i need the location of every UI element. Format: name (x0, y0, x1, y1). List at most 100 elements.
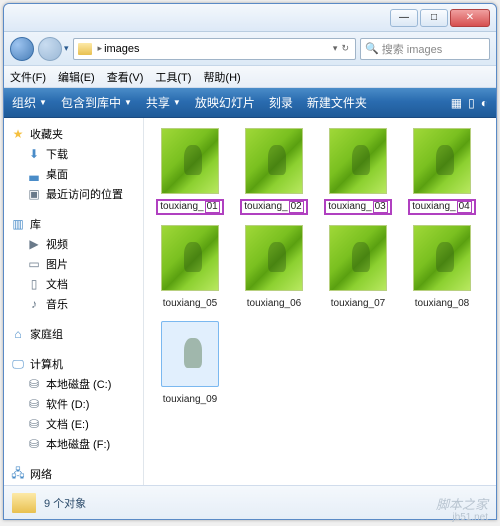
sidebar-pictures[interactable]: ▭图片 (4, 254, 143, 274)
thumbnail-image (161, 128, 219, 194)
sidebar-drive-f[interactable]: ⛁本地磁盘 (F:) (4, 434, 143, 454)
file-thumbnail[interactable]: touxiang_09 (150, 321, 230, 407)
library-icon: ▥ (10, 217, 26, 231)
maximize-button[interactable]: □ (420, 9, 448, 27)
search-icon: 🔍 (365, 42, 379, 55)
close-button[interactable]: ✕ (450, 9, 490, 27)
body: ★收藏夹 ⬇下载 ▃桌面 ▣最近访问的位置 ▥库 ▶视频 ▭图片 ▯文档 ♪音乐… (4, 118, 496, 485)
file-name-label: touxiang_02 (240, 199, 308, 215)
menu-view[interactable]: 查看(V) (107, 69, 144, 85)
file-thumbnail[interactable]: touxiang_01 (150, 128, 230, 215)
preview-pane-icon[interactable]: ▯ (468, 96, 475, 110)
file-thumbnail[interactable]: touxiang_03 (318, 128, 398, 215)
thumbnail-image (245, 128, 303, 194)
file-name-label: touxiang_07 (329, 297, 388, 310)
chevron-right-icon: ▸ (96, 43, 105, 54)
forward-button[interactable] (38, 37, 62, 61)
cmd-organize[interactable]: 组织▼ (12, 94, 47, 111)
file-name-label: touxiang_06 (245, 297, 304, 310)
file-name-label: touxiang_05 (161, 297, 220, 310)
menu-edit[interactable]: 编辑(E) (58, 69, 95, 85)
cmd-share[interactable]: 共享▼ (146, 94, 181, 111)
status-count: 9 个对象 (44, 495, 86, 511)
document-icon: ▯ (26, 277, 42, 291)
file-name-label: touxiang_08 (413, 297, 472, 310)
file-thumbnail[interactable]: touxiang_04 (402, 128, 482, 215)
thumbnail-image (161, 225, 219, 291)
status-bar: 9 个对象 (4, 485, 496, 519)
homegroup-icon: ⌂ (10, 327, 26, 341)
file-name-label: touxiang_09 (161, 393, 220, 406)
cmd-burn[interactable]: 刻录 (269, 94, 293, 111)
sidebar-libraries[interactable]: ▥库 (4, 214, 143, 234)
sidebar-computer[interactable]: 🖵计算机 (4, 354, 143, 374)
navigation-pane: ★收藏夹 ⬇下载 ▃桌面 ▣最近访问的位置 ▥库 ▶视频 ▭图片 ▯文档 ♪音乐… (4, 118, 144, 485)
file-name-label: touxiang_04 (408, 199, 476, 215)
drive-icon: ⛁ (26, 417, 42, 431)
cmd-new-folder[interactable]: 新建文件夹 (307, 94, 367, 111)
sidebar-downloads[interactable]: ⬇下载 (4, 144, 143, 164)
file-list[interactable]: touxiang_01 touxiang_02 touxiang_03touxian… (144, 118, 496, 485)
music-icon: ♪ (26, 297, 42, 311)
thumbnail-image (245, 225, 303, 291)
thumbnail-image (413, 225, 471, 291)
cmd-include-in-library[interactable]: 包含到库中▼ (61, 94, 132, 111)
picture-icon: ▭ (26, 257, 42, 271)
view-options-icon[interactable]: ▦ (451, 96, 462, 110)
thumbnail-image (329, 128, 387, 194)
history-dropdown-icon[interactable]: ▾ (64, 43, 69, 54)
network-icon: 🖧 (10, 467, 26, 481)
recent-icon: ▣ (26, 187, 42, 201)
sidebar-drive-c[interactable]: ⛁本地磁盘 (C:) (4, 374, 143, 394)
menu-tools[interactable]: 工具(T) (155, 69, 191, 85)
help-icon[interactable]: ◐ (481, 96, 488, 110)
command-bar: 组织▼ 包含到库中▼ 共享▼ 放映幻灯片 刻录 新建文件夹 ▦ ▯ ◐ (4, 88, 496, 118)
minimize-button[interactable]: — (390, 9, 418, 27)
file-thumbnail[interactable]: touxiang_06 (234, 225, 314, 311)
search-input[interactable]: 🔍 搜索 images (360, 38, 490, 60)
address-bar: ▾ ▸ images ▾ ↻ 🔍 搜索 images (4, 32, 496, 66)
watermark-site: jb51.net (452, 512, 488, 523)
file-thumbnail[interactable]: touxiang_05 (150, 225, 230, 311)
sidebar-desktop[interactable]: ▃桌面 (4, 164, 143, 184)
folder-icon (12, 493, 36, 513)
drive-icon: ⛁ (26, 377, 42, 391)
breadcrumb-dropdown-icon[interactable]: ▾ (331, 43, 340, 54)
drive-icon: ⛁ (26, 437, 42, 451)
sidebar-drive-e[interactable]: ⛁文档 (E:) (4, 414, 143, 434)
cmd-slideshow[interactable]: 放映幻灯片 (195, 94, 255, 111)
sidebar-drive-d[interactable]: ⛁软件 (D:) (4, 394, 143, 414)
menu-file[interactable]: 文件(F) (10, 69, 46, 85)
download-icon: ⬇ (26, 147, 42, 161)
chevron-down-icon: ▼ (173, 98, 181, 107)
chevron-down-icon: ▼ (124, 98, 132, 107)
drive-icon: ⛁ (26, 397, 42, 411)
search-placeholder: 搜索 images (382, 41, 443, 57)
computer-icon: 🖵 (10, 357, 26, 371)
file-thumbnail[interactable]: touxiang_07 (318, 225, 398, 311)
file-thumbnail[interactable]: touxiang_08 (402, 225, 482, 311)
thumbnail-image (413, 128, 471, 194)
explorer-window: — □ ✕ ▾ ▸ images ▾ ↻ 🔍 搜索 images 文件(F) 编… (3, 3, 497, 520)
back-button[interactable] (10, 37, 34, 61)
sidebar-documents[interactable]: ▯文档 (4, 274, 143, 294)
sidebar-videos[interactable]: ▶视频 (4, 234, 143, 254)
titlebar: — □ ✕ (4, 4, 496, 32)
file-thumbnail[interactable]: touxiang_02 (234, 128, 314, 215)
sidebar-recent[interactable]: ▣最近访问的位置 (4, 184, 143, 204)
breadcrumb-field[interactable]: ▸ images ▾ ↻ (73, 38, 356, 60)
thumbnail-image (329, 225, 387, 291)
refresh-icon[interactable]: ↻ (339, 43, 351, 54)
menu-bar: 文件(F) 编辑(E) 查看(V) 工具(T) 帮助(H) (4, 66, 496, 88)
sidebar-music[interactable]: ♪音乐 (4, 294, 143, 314)
sidebar-homegroup[interactable]: ⌂家庭组 (4, 324, 143, 344)
desktop-icon: ▃ (26, 167, 42, 181)
video-icon: ▶ (26, 237, 42, 251)
file-name-label: touxiang_01 (156, 199, 224, 215)
folder-icon (78, 43, 92, 55)
chevron-down-icon: ▼ (39, 98, 47, 107)
sidebar-network[interactable]: 🖧网络 (4, 464, 143, 484)
sidebar-favorites[interactable]: ★收藏夹 (4, 124, 143, 144)
breadcrumb-item[interactable]: images (104, 43, 331, 55)
menu-help[interactable]: 帮助(H) (203, 69, 240, 85)
